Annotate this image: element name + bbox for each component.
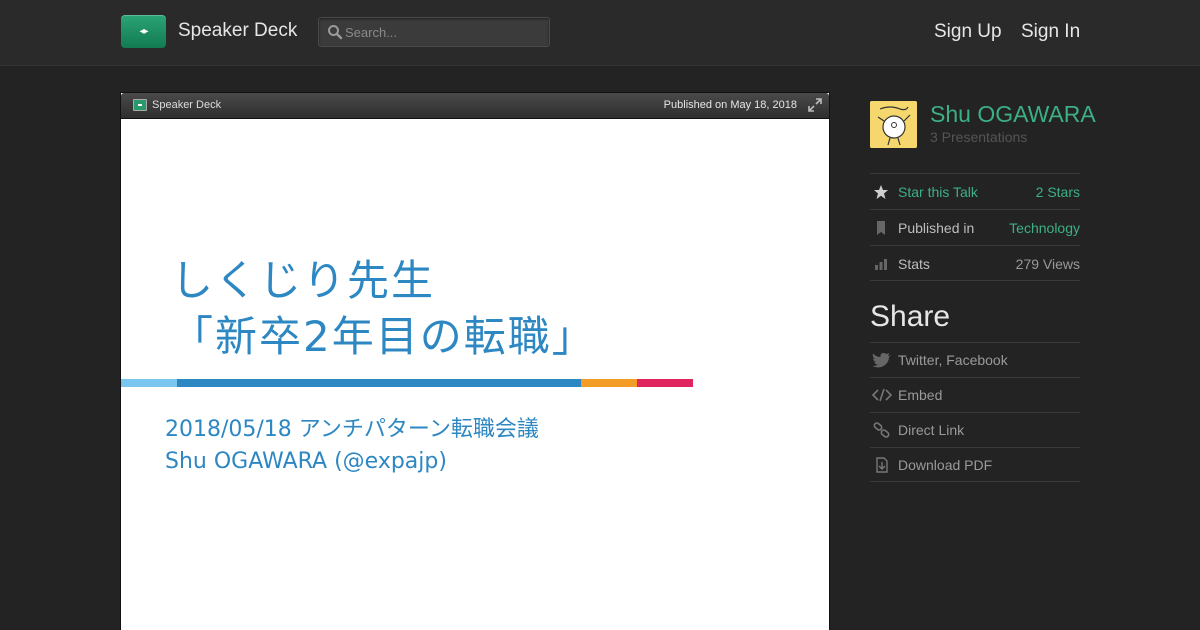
sign-up-link[interactable]: Sign Up bbox=[934, 21, 1002, 43]
talk-meta-list: Star this Talk 2 Stars Published in Tech… bbox=[870, 173, 1080, 281]
star-icon bbox=[874, 185, 888, 199]
download-file-icon bbox=[876, 457, 888, 473]
speaker-deck-logo-icon[interactable]: ◂▸ bbox=[121, 15, 166, 48]
views-count: 279 Views bbox=[1015, 256, 1080, 272]
slide-title: しくじり先生 「新卒2年目の転職」 bbox=[171, 253, 596, 365]
bookmark-icon bbox=[877, 221, 885, 235]
category-link[interactable]: Technology bbox=[1009, 220, 1080, 236]
link-chain-icon bbox=[873, 422, 890, 438]
bar-chart-icon bbox=[875, 259, 887, 270]
avatar-drawing-icon bbox=[870, 101, 917, 148]
sign-in-link[interactable]: Sign In bbox=[1021, 21, 1080, 43]
player-toolbar: Speaker Deck Published on May 18, 2018 bbox=[121, 93, 829, 119]
stripe-orange bbox=[581, 379, 637, 387]
star-count[interactable]: 2 Stars bbox=[1036, 184, 1080, 200]
share-download-pdf[interactable]: Download PDF bbox=[870, 447, 1080, 482]
player-brand[interactable]: Speaker Deck bbox=[152, 99, 221, 111]
slide-canvas[interactable]: しくじり先生 「新卒2年目の転職」 2018/05/18 アンチパターン転職会議… bbox=[121, 119, 829, 630]
share-direct-link-label[interactable]: Direct Link bbox=[898, 422, 964, 438]
share-heading: Share bbox=[870, 300, 951, 333]
stripe-pink bbox=[637, 379, 693, 387]
search-input[interactable] bbox=[345, 18, 545, 46]
twitter-bird-icon bbox=[872, 352, 891, 368]
brand-link[interactable]: Speaker Deck bbox=[178, 20, 297, 42]
share-embed-label[interactable]: Embed bbox=[898, 387, 942, 403]
share-social-label[interactable]: Twitter, Facebook bbox=[898, 352, 1008, 368]
stats-label: Stats bbox=[898, 256, 930, 272]
share-social[interactable]: Twitter, Facebook bbox=[870, 342, 1080, 377]
site-header: ◂▸ Speaker Deck Sign Up Sign In bbox=[0, 0, 1200, 66]
star-this-talk-link[interactable]: Star this Talk bbox=[898, 184, 978, 200]
share-download-pdf-label[interactable]: Download PDF bbox=[898, 457, 992, 473]
star-row[interactable]: Star this Talk 2 Stars bbox=[870, 173, 1080, 209]
author-avatar[interactable] bbox=[870, 101, 917, 148]
mini-logo-icon bbox=[133, 99, 147, 111]
stats-row: Stats 279 Views bbox=[870, 245, 1080, 281]
share-embed[interactable]: Embed bbox=[870, 377, 1080, 412]
slide-subtitle-author: Shu OGAWARA (@expajp) bbox=[165, 449, 447, 474]
published-date: Published on May 18, 2018 bbox=[663, 99, 797, 111]
search-box[interactable] bbox=[318, 17, 550, 47]
slide-title-line-2: 「新卒2年目の転職」 bbox=[171, 312, 596, 361]
fullscreen-expand-icon[interactable] bbox=[808, 98, 822, 112]
share-direct-link[interactable]: Direct Link bbox=[870, 412, 1080, 447]
stripe-blue bbox=[177, 379, 581, 387]
stripe-light-blue bbox=[121, 379, 177, 387]
slide-player: Speaker Deck Published on May 18, 2018 し… bbox=[120, 92, 830, 630]
published-in-row: Published in Technology bbox=[870, 209, 1080, 245]
logo-arrows-icon: ◂▸ bbox=[139, 26, 148, 37]
published-in-label: Published in bbox=[898, 220, 975, 236]
share-list: Twitter, Facebook Embed Direct Link Down… bbox=[870, 342, 1080, 482]
author-presentations-count[interactable]: 3 Presentations bbox=[930, 129, 1027, 145]
search-icon bbox=[328, 25, 343, 40]
slide-subtitle-event: 2018/05/18 アンチパターン転職会議 bbox=[165, 417, 539, 442]
slide-title-line-1: しくじり先生 bbox=[171, 256, 436, 305]
code-icon bbox=[872, 388, 892, 402]
author-name[interactable]: Shu OGAWARA bbox=[930, 101, 1096, 128]
